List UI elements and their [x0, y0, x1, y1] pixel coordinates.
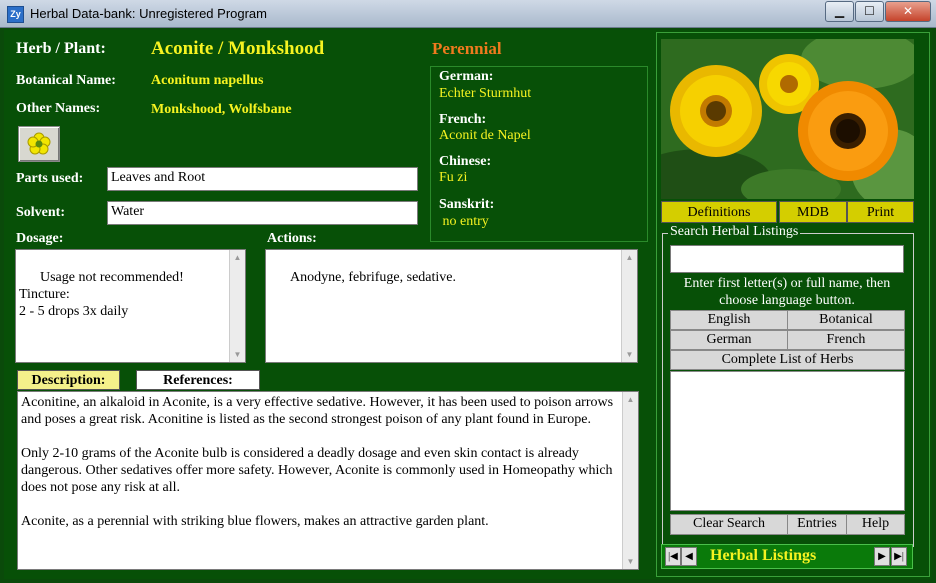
german-label: German:	[439, 69, 494, 84]
last-record-icon[interactable]: ▶|	[891, 547, 907, 566]
search-group-title: Search Herbal Listings	[668, 224, 801, 240]
plant-type: Perennial	[432, 39, 502, 58]
definitions-button[interactable]: Definitions	[661, 201, 777, 223]
next-record-icon[interactable]: ▶	[874, 547, 890, 566]
french-label: French:	[439, 112, 487, 127]
search-group: Search Herbal Listings Enter first lette…	[662, 224, 914, 547]
other-names-value: Monkshood, Wolfsbane	[151, 102, 292, 117]
dosage-text: Usage not recommended! Tincture: 2 - 5 d…	[19, 270, 184, 319]
flower-icon	[27, 132, 51, 155]
french-button[interactable]: French	[787, 330, 905, 350]
maximize-button[interactable]: ☐	[855, 1, 884, 22]
first-record-icon[interactable]: |◀	[665, 547, 681, 566]
english-button[interactable]: English	[670, 310, 788, 330]
calendula-flowers-image	[661, 39, 914, 199]
chinese-label: Chinese:	[439, 154, 492, 169]
herb-photo	[661, 39, 914, 199]
chinese-value: Fu zi	[439, 170, 468, 185]
actions-label: Actions:	[267, 231, 317, 246]
german-value: Echter Sturmhut	[439, 86, 532, 101]
minimize-button[interactable]: ▁	[825, 1, 854, 22]
dosage-textarea[interactable]: Usage not recommended! Tincture: 2 - 5 d…	[15, 249, 246, 363]
description-paragraph: Only 2-10 grams of the Aconite bulb is c…	[21, 446, 613, 495]
herb-results-list[interactable]	[670, 371, 905, 511]
previous-record-icon[interactable]: ◀	[681, 547, 697, 566]
scroll-down-icon[interactable]: ▼	[623, 554, 638, 569]
german-button[interactable]: German	[670, 330, 788, 350]
navigator-label: Herbal Listings	[710, 547, 817, 564]
actions-text: Anodyne, febrifuge, sedative.	[290, 270, 456, 285]
description-paragraph: Aconitine, an alkaloid in Aconite, is a …	[21, 395, 614, 427]
actions-textarea[interactable]: Anodyne, febrifuge, sedative. ▲ ▼	[265, 249, 638, 363]
window-title: Herbal Data-bank: Unregistered Program	[30, 6, 267, 21]
search-input[interactable]	[670, 245, 904, 273]
scroll-down-icon[interactable]: ▼	[230, 347, 245, 362]
app-window: Zy Herbal Data-bank: Unregistered Progra…	[0, 0, 936, 583]
other-names-label: Other Names:	[16, 101, 101, 116]
solvent-label: Solvent:	[16, 205, 65, 220]
search-hint: Enter first letter(s) or full name, then…	[683, 276, 891, 308]
mdb-button[interactable]: MDB	[779, 201, 847, 223]
scroll-down-icon[interactable]: ▼	[622, 347, 637, 362]
description-paragraph: Aconite, as a perennial with striking bl…	[21, 514, 489, 529]
french-value: Aconit de Napel	[439, 128, 531, 143]
parts-used-label: Parts used:	[16, 171, 84, 186]
print-button[interactable]: Print	[847, 201, 914, 223]
tab-references[interactable]: References:	[136, 370, 260, 390]
botanical-label: Botanical Name:	[16, 73, 116, 88]
clear-search-button[interactable]: Clear Search	[670, 514, 788, 535]
scroll-up-icon[interactable]: ▲	[622, 250, 637, 265]
title-bar[interactable]: Zy Herbal Data-bank: Unregistered Progra…	[0, 0, 936, 28]
description-scrollbar[interactable]: ▲ ▼	[622, 392, 638, 569]
language-names-box: German: Echter Sturmhut French: Aconit d…	[430, 66, 648, 242]
flower-button[interactable]	[18, 126, 60, 162]
scroll-up-icon[interactable]: ▲	[623, 392, 638, 407]
parts-used-field[interactable]: Leaves and Root	[107, 167, 418, 191]
solvent-field[interactable]: Water	[107, 201, 418, 225]
close-button[interactable]: ✕	[885, 1, 931, 22]
herb-label: Herb / Plant:	[16, 40, 106, 57]
right-panel: Definitions MDB Print Search Herbal List…	[656, 32, 930, 577]
complete-list-button[interactable]: Complete List of Herbs	[670, 350, 905, 370]
botanical-button[interactable]: Botanical	[787, 310, 905, 330]
window-controls: ▁ ☐ ✕	[824, 1, 931, 22]
herb-name: Aconite / Monkshood	[151, 38, 325, 59]
sanskrit-value: no entry	[439, 214, 489, 229]
description-textarea[interactable]: Aconitine, an alkaloid in Aconite, is a …	[17, 391, 639, 570]
botanical-name: Aconitum napellus	[151, 73, 264, 88]
app-icon[interactable]: Zy	[7, 6, 24, 23]
main-client: Herb / Plant: Aconite / Monkshood Botani…	[4, 30, 932, 579]
listings-navigator: |◀ ◀ Herbal Listings ▶ ▶|	[661, 544, 913, 569]
entries-button[interactable]: Entries	[787, 514, 847, 535]
dosage-label: Dosage:	[16, 231, 64, 246]
scroll-up-icon[interactable]: ▲	[230, 250, 245, 265]
tab-description[interactable]: Description:	[17, 370, 120, 390]
dosage-scrollbar[interactable]: ▲ ▼	[229, 250, 245, 362]
sanskrit-label: Sanskrit:	[439, 197, 495, 212]
actions-scrollbar[interactable]: ▲ ▼	[621, 250, 637, 362]
help-button[interactable]: Help	[846, 514, 905, 535]
